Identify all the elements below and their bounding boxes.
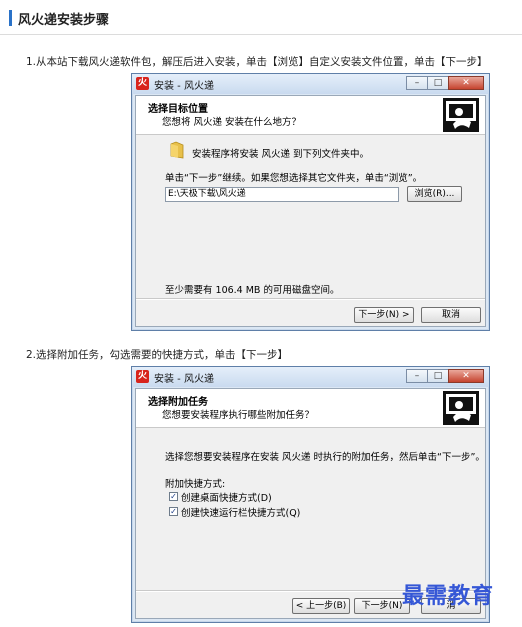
- wizard-header-subtitle: 您想要安装程序执行哪些附加任务？: [162, 410, 315, 421]
- window-title: 安装 - 风火递: [154, 81, 214, 92]
- close-icon[interactable]: ✕: [448, 369, 484, 383]
- close-icon[interactable]: ✕: [448, 76, 484, 90]
- fire-app-icon: 火: [136, 370, 149, 383]
- instruction-text: 单击“下一步”继续。如果您想选择其它文件夹，单击“浏览”。: [165, 173, 423, 184]
- step-1-text: 1.从本站下载风火递软件包，解压后进入安装，单击【浏览】自定义安装文件位置，单击…: [26, 56, 488, 68]
- footer-divider: [136, 298, 485, 300]
- step-2-text: 2.选择附加任务，勾选需要的快捷方式，单击【下一步】: [26, 349, 289, 361]
- wizard-header-title: 选择附加任务: [148, 397, 208, 408]
- wizard-header-title: 选择目标位置: [148, 104, 208, 115]
- wizard-header: 选择附加任务 您想要安装程序执行哪些附加任务？: [136, 389, 485, 428]
- cancel-button[interactable]: 取消: [421, 307, 481, 323]
- title-bar[interactable]: 火 安装 - 风火递 – □ ✕: [132, 74, 489, 94]
- fire-app-icon: 火: [136, 77, 149, 90]
- computer-disk-icon: [443, 391, 479, 425]
- minimize-icon[interactable]: –: [406, 369, 428, 383]
- minimize-icon[interactable]: –: [406, 76, 428, 90]
- maximize-icon[interactable]: □: [427, 76, 449, 90]
- desktop-shortcut-label: 创建桌面快捷方式(D): [181, 493, 272, 504]
- folder-icon: [170, 141, 184, 159]
- disk-space-text: 至少需要有 106.4 MB 的可用磁盘空间。: [165, 285, 340, 296]
- desktop-shortcut-checkbox[interactable]: ✓: [169, 492, 178, 501]
- watermark-logo: 最需教育: [402, 583, 495, 609]
- section-accent-bar: [9, 10, 12, 26]
- back-button[interactable]: < 上一步(B): [292, 598, 350, 614]
- browse-button[interactable]: 浏览(R)...: [407, 186, 462, 202]
- quicklaunch-shortcut-checkbox[interactable]: ✓: [169, 507, 178, 516]
- computer-disk-icon: [443, 98, 479, 132]
- title-bar[interactable]: 火 安装 - 风火递 – □ ✕: [132, 367, 489, 387]
- wizard-header: 选择目标位置 您想将 风火递 安装在什么地方？: [136, 96, 485, 135]
- installer-window-destination: 火 安装 - 风火递 – □ ✕ 选择目标位置 您想将 风火递 安装在什么地方？: [131, 73, 490, 331]
- window-body: 选择目标位置 您想将 风火递 安装在什么地方？ 安装程序将安装 风火递 到下列文…: [135, 95, 486, 327]
- install-path-input[interactable]: E:\天极下载\风火递: [165, 187, 399, 202]
- tasks-instruction-text: 选择您想要安装程序在安装 风火递 时执行的附加任务，然后单击“下一步”。: [165, 452, 485, 463]
- window-title: 安装 - 风火递: [154, 374, 214, 385]
- install-to-text: 安装程序将安装 风火递 到下列文件夹中。: [192, 149, 370, 160]
- quicklaunch-shortcut-label: 创建快速运行栏快捷方式(Q): [181, 508, 301, 519]
- wizard-header-subtitle: 您想将 风火递 安装在什么地方？: [162, 117, 302, 128]
- page-title: 风火递安装步骤: [18, 13, 110, 28]
- next-button[interactable]: 下一步(N) >: [354, 307, 414, 323]
- shortcut-group-label: 附加快捷方式:: [165, 479, 226, 490]
- section-header: 风火递安装步骤: [0, 0, 522, 35]
- maximize-icon[interactable]: □: [427, 369, 449, 383]
